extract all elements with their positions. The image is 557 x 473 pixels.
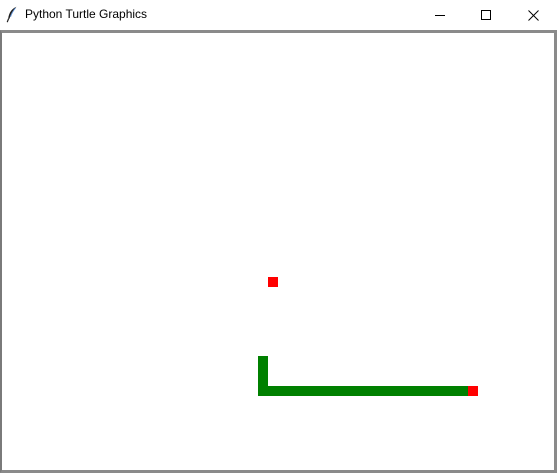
- snake-head: [468, 386, 478, 396]
- turtle-window: Python Turtle Graphics: [0, 0, 557, 473]
- maximize-button[interactable]: [463, 0, 509, 30]
- snake-body-horizontal: [258, 386, 469, 396]
- maximize-icon: [481, 10, 491, 20]
- close-icon: [527, 9, 539, 21]
- window-title: Python Turtle Graphics: [25, 7, 148, 21]
- food-square: [268, 277, 278, 287]
- minimize-icon: [435, 15, 445, 16]
- close-button[interactable]: [509, 0, 557, 30]
- canvas-frame: [0, 30, 557, 473]
- minimize-button[interactable]: [417, 0, 463, 30]
- feather-icon: [6, 6, 18, 23]
- turtle-canvas[interactable]: [2, 33, 554, 470]
- title-bar[interactable]: Python Turtle Graphics: [0, 0, 557, 30]
